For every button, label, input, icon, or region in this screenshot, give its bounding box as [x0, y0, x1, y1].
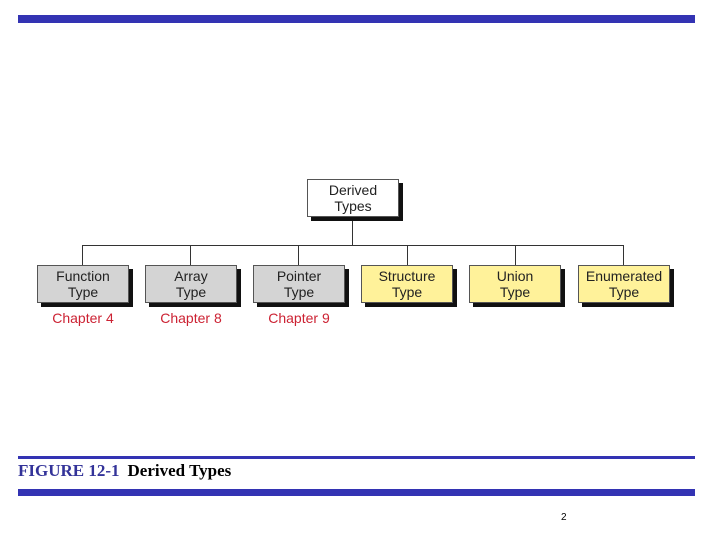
caption-top-rule	[18, 456, 695, 459]
node-label: Type	[283, 284, 315, 300]
chapter-reference: Chapter 9	[268, 310, 330, 326]
node-structure-type: Structure Type	[361, 265, 453, 303]
top-accent-bar	[18, 15, 695, 23]
node-array-type: Array Type	[145, 265, 237, 303]
node-label: Derived	[328, 182, 378, 198]
child-connector	[82, 245, 83, 265]
node-label: Enumerated	[585, 268, 663, 284]
node-label: Type	[175, 284, 207, 300]
node-label: Type	[67, 284, 99, 300]
chapter-reference: Chapter 4	[52, 310, 114, 326]
child-connector	[298, 245, 299, 265]
node-enumerated-type: Enumerated Type	[578, 265, 670, 303]
node-union-type: Union Type	[469, 265, 561, 303]
bottom-accent-bar	[18, 489, 695, 496]
figure-caption: FIGURE 12-1 Derived Types	[18, 461, 231, 481]
node-label: Type	[499, 284, 531, 300]
child-connector	[407, 245, 408, 265]
node-label: Union	[496, 268, 534, 284]
child-connector	[190, 245, 191, 265]
node-function-type: Function Type	[37, 265, 129, 303]
figure-number: FIGURE 12-1	[18, 461, 120, 480]
node-label: Type	[608, 284, 640, 300]
node-label: Structure	[378, 268, 436, 284]
figure-title: Derived Types	[127, 461, 232, 480]
node-label: Type	[391, 284, 423, 300]
root-node-derived-types: Derived Types	[307, 179, 399, 217]
node-label: Array	[174, 268, 208, 284]
node-label: Pointer	[276, 268, 322, 284]
node-label: Types	[334, 198, 372, 214]
root-connector	[352, 218, 353, 245]
chapter-reference: Chapter 8	[160, 310, 222, 326]
horizontal-connector	[82, 245, 624, 246]
node-label: Function	[56, 268, 110, 284]
child-connector	[623, 245, 624, 265]
node-pointer-type: Pointer Type	[253, 265, 345, 303]
child-connector	[515, 245, 516, 265]
page-number: 2	[561, 512, 567, 523]
